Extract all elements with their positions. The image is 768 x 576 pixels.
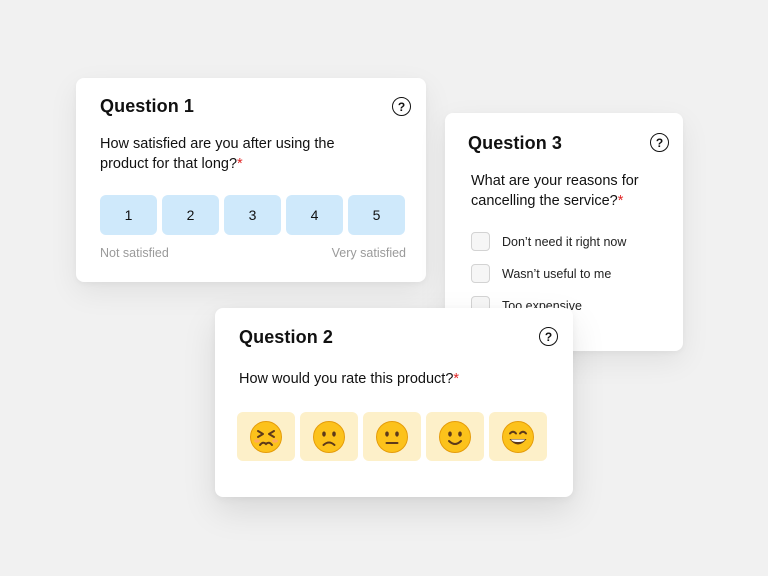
help-icon[interactable]: ? (539, 327, 558, 346)
checkbox[interactable] (471, 232, 490, 251)
question-2-title: Question 2 (239, 327, 334, 347)
checkbox[interactable] (471, 264, 490, 283)
help-icon[interactable]: ? (650, 133, 669, 152)
rating-button-4[interactable] (426, 412, 484, 461)
slightly-frowning-face-icon (313, 420, 345, 453)
rating-button-2[interactable] (300, 412, 358, 461)
scale-button-2[interactable]: 2 (162, 195, 219, 235)
question-2-label: How would you rate this product? (239, 371, 454, 387)
question-2-card: Question 2 ? How would you rate this pro… (215, 308, 573, 497)
option-dont-need[interactable]: Don’t need it right now (471, 232, 626, 251)
question-1-title: Question 1 (100, 96, 195, 116)
option-label: Don’t need it right now (502, 234, 627, 249)
rating-button-1[interactable] (237, 412, 295, 461)
rating-button-3[interactable] (363, 412, 421, 461)
neutral-face-icon (376, 420, 408, 453)
persevering-face-icon (250, 420, 282, 453)
scale-button-3[interactable]: 3 (224, 195, 281, 235)
grinning-face-icon (502, 420, 534, 453)
scale-low-label: Not satisfied (100, 246, 169, 260)
question-1-card: Question 1 ? How satisfied are you after… (76, 78, 426, 282)
option-label: Wasn’t useful to me (502, 266, 612, 281)
required-marker: * (237, 156, 243, 172)
required-marker: * (453, 371, 460, 387)
question-3-text: What are your reasons for cancelling the… (471, 171, 671, 211)
question-2-text: How would you rate this product?* (239, 369, 459, 389)
scale-button-4[interactable]: 4 (286, 195, 343, 235)
rating-button-5[interactable] (489, 412, 547, 461)
question-3-label: What are your reasons for cancelling the… (471, 173, 639, 209)
option-not-useful[interactable]: Wasn’t useful to me (471, 264, 611, 283)
scale-button-5[interactable]: 5 (348, 195, 405, 235)
slightly-smiling-face-icon (439, 420, 471, 453)
required-marker: * (617, 193, 624, 209)
scale-high-label: Very satisfied (331, 246, 406, 260)
emoji-rating (237, 412, 547, 461)
question-1-text: How satisfied are you after using the pr… (100, 134, 360, 174)
scale-button-1[interactable]: 1 (100, 195, 157, 235)
satisfaction-scale: 1 2 3 4 5 (100, 195, 405, 235)
question-3-title: Question 3 (468, 133, 563, 153)
help-icon[interactable]: ? (392, 97, 411, 116)
question-1-label: How satisfied are you after using the pr… (100, 136, 335, 172)
